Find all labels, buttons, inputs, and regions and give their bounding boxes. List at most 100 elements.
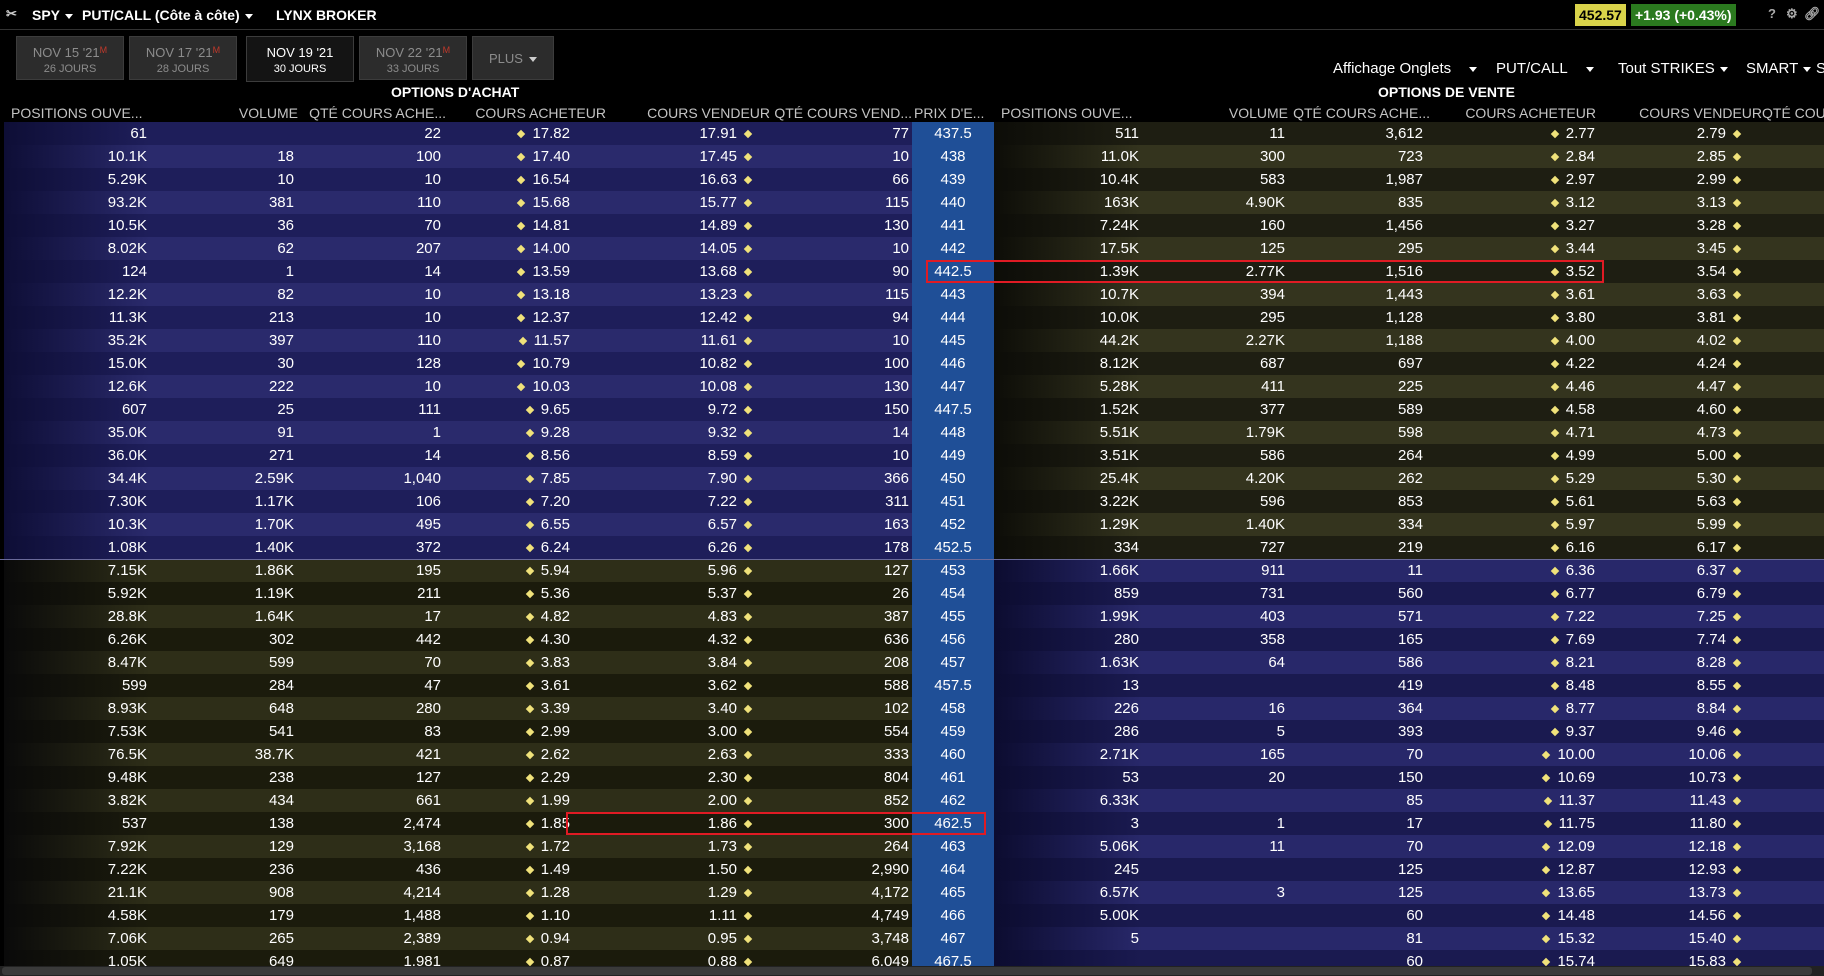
call-cell[interactable]: 1,040 [297,467,444,490]
put-cell[interactable]: 300 [1142,145,1288,168]
call-cell[interactable]: 1.19K [150,582,297,605]
call-cell[interactable]: 541 [150,720,297,743]
call-cell[interactable]: 2.63 [573,743,763,766]
call-cell[interactable]: 1.08K [4,536,150,559]
put-cell[interactable]: 1,188 [1288,329,1426,352]
calls-col-header[interactable]: QTÉ COURS ACHE... [298,105,446,121]
call-cell[interactable]: 127 [297,766,444,789]
table-row[interactable]: 12.6K 222 10 10.03 10.08 130 447 5.28K 411 225 4.4… [0,375,1824,398]
table-row[interactable]: 4.58K 179 1,488 1.10 1.11 4,749 466 5.00K 60 14.4… [0,904,1824,927]
strike-cell[interactable]: 451 [912,490,994,513]
table-row[interactable]: 1.05K 649 1,981 0.87 0.88 6,049 467.5 60 15.74 15… [0,950,1824,966]
call-cell[interactable]: 115 [763,191,912,214]
put-cell[interactable]: 2.71K [994,743,1142,766]
put-cell[interactable]: 3 [994,812,1142,835]
strike-cell[interactable]: 455 [912,605,994,628]
calls-col-header[interactable]: VOLUME [200,105,298,121]
strike-cell[interactable]: 452 [912,513,994,536]
table-row[interactable]: 1.08K 1.40K 372 6.24 6.26 178 452.5 334 727 219 6.… [0,536,1824,559]
call-cell[interactable]: 804 [763,766,912,789]
call-cell[interactable]: 436 [297,858,444,881]
put-cell[interactable]: 15.40 [1598,927,1752,950]
put-cell[interactable]: 1.40K [1142,513,1288,536]
call-cell[interactable]: 5.96 [573,559,763,582]
strike-col-header[interactable]: PRIX D'E... [914,105,994,121]
strike-cell[interactable]: 448 [912,421,994,444]
put-cell[interactable]: 5.99 [1598,513,1752,536]
put-cell[interactable]: 3,612 [1288,122,1426,145]
call-cell[interactable]: 76.5K [4,743,150,766]
call-cell[interactable]: 3.82K [4,789,150,812]
call-cell[interactable]: 25 [150,398,297,421]
call-cell[interactable]: 15.77 [573,191,763,214]
call-cell[interactable]: 1.86 [573,812,763,835]
put-cell[interactable]: 70 [1288,835,1426,858]
put-cell[interactable]: 1 [1142,812,1288,835]
put-cell[interactable]: 6.37 [1598,559,1752,582]
put-cell[interactable] [1142,950,1288,966]
call-cell[interactable]: 495 [297,513,444,536]
put-cell[interactable]: 85 [1288,789,1426,812]
put-cell[interactable]: 81 [1288,927,1426,950]
put-cell[interactable]: 11 [1142,122,1288,145]
put-cell[interactable]: 295 [1288,237,1426,260]
call-cell[interactable]: 178 [763,536,912,559]
put-cell[interactable]: 2.97 [1426,168,1598,191]
put-cell[interactable]: 419 [1288,674,1426,697]
strike-cell[interactable]: 460 [912,743,994,766]
call-cell[interactable]: 10 [763,145,912,168]
call-cell[interactable]: 4.58K [4,904,150,927]
put-cell[interactable]: 2.77K [1142,260,1288,283]
put-cell[interactable]: 586 [1288,651,1426,674]
put-cell[interactable]: 163K [994,191,1142,214]
call-cell[interactable]: 2.30 [573,766,763,789]
put-cell[interactable] [1142,927,1288,950]
call-cell[interactable]: 10.82 [573,352,763,375]
call-cell[interactable]: 34.4K [4,467,150,490]
truncated-control[interactable]: S [1816,60,1824,77]
put-cell[interactable]: 9.46 [1598,720,1752,743]
call-cell[interactable]: 21.1K [4,881,150,904]
call-cell[interactable]: 17.91 [573,122,763,145]
put-cell[interactable]: 3.51K [994,444,1142,467]
call-cell[interactable]: 6.26K [4,628,150,651]
call-cell[interactable]: 4,214 [297,881,444,904]
put-cell[interactable]: 11.0K [994,145,1142,168]
call-cell[interactable]: 36.0K [4,444,150,467]
put-cell[interactable]: 6.57K [994,881,1142,904]
table-row[interactable]: 7.06K 265 2,389 0.94 0.95 3,748 467 5 81 15.32 15.… [0,927,1824,950]
call-cell[interactable]: 10 [297,283,444,306]
call-cell[interactable]: 333 [763,743,912,766]
put-cell[interactable]: 125 [1288,858,1426,881]
put-cell[interactable]: 3.22K [994,490,1142,513]
call-cell[interactable]: 1.70K [150,513,297,536]
put-cell[interactable]: 11.37 [1426,789,1598,812]
call-cell[interactable]: 138 [150,812,297,835]
call-cell[interactable]: 5.36 [444,582,573,605]
call-cell[interactable]: 434 [150,789,297,812]
call-cell[interactable]: 130 [763,214,912,237]
call-cell[interactable]: 599 [4,674,150,697]
put-cell[interactable]: 264 [1288,444,1426,467]
call-cell[interactable]: 10.5K [4,214,150,237]
call-cell[interactable]: 66 [763,168,912,191]
put-cell[interactable]: 11.75 [1426,812,1598,835]
call-cell[interactable]: 10.79 [444,352,573,375]
put-cell[interactable]: 295 [1142,306,1288,329]
call-cell[interactable]: 4.82 [444,605,573,628]
put-cell[interactable]: 6.16 [1426,536,1598,559]
call-cell[interactable]: 3.39 [444,697,573,720]
put-cell[interactable]: 859 [994,582,1142,605]
call-cell[interactable]: 442 [297,628,444,651]
put-cell[interactable]: 571 [1288,605,1426,628]
call-cell[interactable]: 8.93K [4,697,150,720]
tab-expiry[interactable]: NOV 22 '21M 33 JOURS [359,36,467,80]
put-cell[interactable]: 15.83 [1598,950,1752,966]
put-cell[interactable]: 1,516 [1288,260,1426,283]
strike-cell[interactable]: 464 [912,858,994,881]
call-cell[interactable]: 372 [297,536,444,559]
put-cell[interactable]: 3.45 [1598,237,1752,260]
put-cell[interactable]: 11.80 [1598,812,1752,835]
call-cell[interactable]: 61 [4,122,150,145]
put-cell[interactable]: 2.77 [1426,122,1598,145]
